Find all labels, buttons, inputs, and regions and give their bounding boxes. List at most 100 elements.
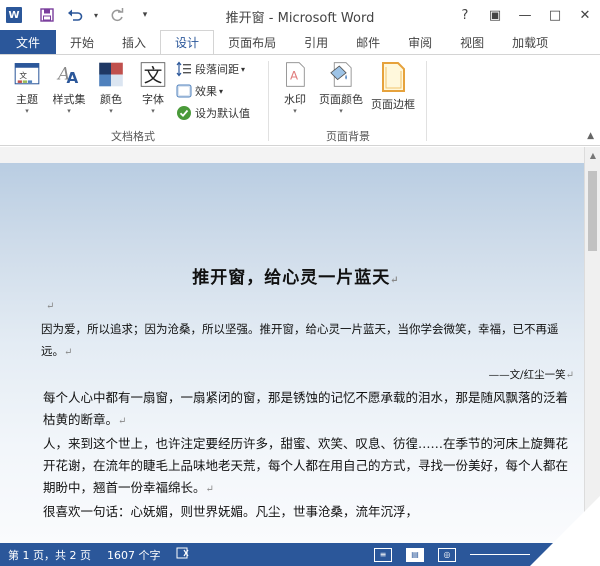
maximize-button[interactable]: □ xyxy=(540,0,570,30)
close-button[interactable]: ✕ xyxy=(570,0,600,30)
themes-button[interactable]: 文 主题 ▾ xyxy=(6,59,48,115)
watermark-button[interactable]: A 水印 ▾ xyxy=(274,59,316,115)
style-set-button[interactable]: A A 样式集 ▾ xyxy=(48,59,90,115)
page-color-icon xyxy=(330,62,352,87)
paragraph-mark: ↵ xyxy=(64,347,73,358)
redo-icon[interactable] xyxy=(106,5,128,25)
group-divider xyxy=(268,61,269,141)
body-paragraph: 很喜欢一句话：心妩媚，则世界妩媚。凡尘，世事沧桑，流年沉浮， xyxy=(43,504,419,519)
status-bar: 第 1 页，共 2 页 1607 个字 ≡ ▤ ◎ xyxy=(0,543,600,566)
group-divider xyxy=(426,61,427,141)
chevron-down-icon: ▾ xyxy=(25,107,29,115)
page-borders-icon xyxy=(382,62,405,92)
colors-button[interactable]: 颜色 ▾ xyxy=(90,59,132,115)
collapse-ribbon-icon[interactable]: ▲ xyxy=(587,131,594,141)
watermark-label: 水印 xyxy=(284,93,306,106)
style-set-label: 样式集 xyxy=(52,93,86,106)
effects-label: 效果 xyxy=(195,85,217,98)
ribbon-tabs: 文件 开始 插入 设计 页面布局 引用 邮件 审阅 视图 加载项 xyxy=(0,30,600,54)
set-as-default-button[interactable]: 设为默认值 xyxy=(176,105,250,121)
effects-icon xyxy=(176,83,192,99)
help-button[interactable]: ? xyxy=(450,0,480,30)
tab-file[interactable]: 文件 xyxy=(0,30,57,54)
effects-button[interactable]: 效果 ▾ xyxy=(176,83,223,99)
watermark-icon: A xyxy=(286,62,305,87)
colors-label: 颜色 xyxy=(100,93,122,106)
paragraph-mark: ↵ xyxy=(390,275,400,286)
window-controls: ? ▣ — □ ✕ xyxy=(450,0,600,30)
paragraph-mark: ↵ xyxy=(46,301,55,312)
quick-access-toolbar: ▾ ▾ xyxy=(36,5,156,25)
document-page[interactable]: 推开窗，给心灵一片蓝天↵ ↵ 因为爱，所以追求；因为沧桑，所以坚强。推开窗，给心… xyxy=(0,163,584,543)
chevron-down-icon: ▾ xyxy=(67,107,71,115)
paragraph-spacing-icon xyxy=(176,61,192,77)
group-document-formatting: 文 主题 ▾ A A 样式集 ▾ 颜色 ▾ 文 字体 ▾ 段落间距 ▾ 效果 ▾… xyxy=(0,55,266,147)
save-icon[interactable] xyxy=(36,5,58,25)
proofing-icon[interactable] xyxy=(168,547,198,562)
group-page-background: A 水印 ▾ 页面颜色 ▾ 页面边框 页面背景 xyxy=(272,55,424,147)
tab-insert[interactable]: 插入 xyxy=(108,30,160,54)
checkmark-icon xyxy=(176,105,192,121)
paragraph-mark: ↵ xyxy=(205,484,214,495)
group-label-page-background: 页面背景 xyxy=(326,130,370,143)
intro-paragraph: 因为爱，所以追求；因为沧桑，所以坚强。推开窗，给心灵一片蓝天，当你学会微笑，幸福… xyxy=(41,322,559,358)
customize-qat-icon[interactable]: ▾ xyxy=(134,5,156,25)
read-mode-icon[interactable]: ≡ xyxy=(374,547,392,562)
svg-text:A: A xyxy=(66,69,78,87)
tab-addins[interactable]: 加载项 xyxy=(498,30,562,54)
title-bar: W ▾ ▾ 推开窗 - Microsoft Word ? ▣ — □ ✕ xyxy=(0,0,600,30)
scroll-up-icon[interactable]: ▲ xyxy=(585,147,600,163)
page-borders-label: 页面边框 xyxy=(371,98,415,111)
fonts-button[interactable]: 文 字体 ▾ xyxy=(132,59,174,115)
chevron-down-icon: ▾ xyxy=(109,107,113,115)
fonts-label: 字体 xyxy=(142,93,164,106)
tab-page-layout[interactable]: 页面布局 xyxy=(214,30,290,54)
colors-icon xyxy=(99,62,123,87)
chevron-down-icon: ▾ xyxy=(241,64,246,74)
paragraph-spacing-button[interactable]: 段落间距 ▾ xyxy=(176,61,245,77)
style-set-icon: A A xyxy=(56,64,78,87)
paragraph-spacing-label: 段落间距 xyxy=(195,63,239,76)
zoom-slider[interactable] xyxy=(470,554,530,555)
print-layout-icon[interactable]: ▤ xyxy=(406,547,424,562)
svg-text:文: 文 xyxy=(19,70,27,80)
fonts-icon: 文 xyxy=(140,62,166,87)
word-count[interactable]: 1607 个字 xyxy=(99,547,169,563)
tab-view[interactable]: 视图 xyxy=(446,30,498,54)
scrollbar-thumb[interactable] xyxy=(588,171,597,251)
minimize-button[interactable]: — xyxy=(510,0,540,30)
tab-home[interactable]: 开始 xyxy=(56,30,108,54)
empty-paragraph: ↵ xyxy=(18,294,574,318)
undo-dropdown-icon[interactable]: ▾ xyxy=(92,5,100,25)
group-label-document-formatting: 文档格式 xyxy=(111,130,155,143)
author-line: ——文/红尘一笑↵ xyxy=(488,369,574,381)
themes-icon: 文 xyxy=(14,63,40,85)
tab-design[interactable]: 设计 xyxy=(160,30,215,54)
document-body[interactable]: 推开窗，给心灵一片蓝天↵ ↵ 因为爱，所以追求；因为沧桑，所以坚强。推开窗，给心… xyxy=(18,263,574,523)
document-area[interactable]: 推开窗，给心灵一片蓝天↵ ↵ 因为爱，所以追求；因为沧桑，所以坚强。推开窗，给心… xyxy=(0,163,584,543)
undo-icon[interactable] xyxy=(64,5,86,25)
themes-label: 主题 xyxy=(16,93,38,106)
paragraph-mark: ↵ xyxy=(565,370,574,381)
ribbon-design: 文 主题 ▾ A A 样式集 ▾ 颜色 ▾ 文 字体 ▾ 段落间距 ▾ 效果 ▾… xyxy=(0,54,600,146)
tab-review[interactable]: 审阅 xyxy=(394,30,446,54)
page-count[interactable]: 第 1 页，共 2 页 xyxy=(0,547,99,563)
web-layout-icon[interactable]: ◎ xyxy=(438,547,456,562)
paragraph-mark: ↵ xyxy=(118,416,127,427)
page-curl xyxy=(530,496,600,566)
ribbon-display-options-button[interactable]: ▣ xyxy=(480,0,510,30)
vertical-scrollbar[interactable]: ▲ ▼ xyxy=(584,147,600,543)
tab-mailings[interactable]: 邮件 xyxy=(342,30,394,54)
word-logo-icon[interactable]: W xyxy=(6,7,22,23)
page-color-button[interactable]: 页面颜色 ▾ xyxy=(316,59,366,115)
chevron-down-icon: ▾ xyxy=(293,107,297,115)
body-paragraph: 每个人心中都有一扇窗，一扇紧闭的窗，那是锈蚀的记忆不愿承载的泪水，那是随风飘落的… xyxy=(43,390,569,427)
set-as-default-label: 设为默认值 xyxy=(195,107,250,120)
document-title: 推开窗，给心灵一片蓝天↵ xyxy=(192,268,400,288)
page-borders-button[interactable]: 页面边框 xyxy=(368,59,418,115)
svg-text:文: 文 xyxy=(144,66,163,87)
tab-references[interactable]: 引用 xyxy=(290,30,342,54)
chevron-down-icon: ▾ xyxy=(339,107,343,115)
chevron-down-icon: ▾ xyxy=(219,86,224,96)
chevron-down-icon: ▾ xyxy=(151,107,155,115)
